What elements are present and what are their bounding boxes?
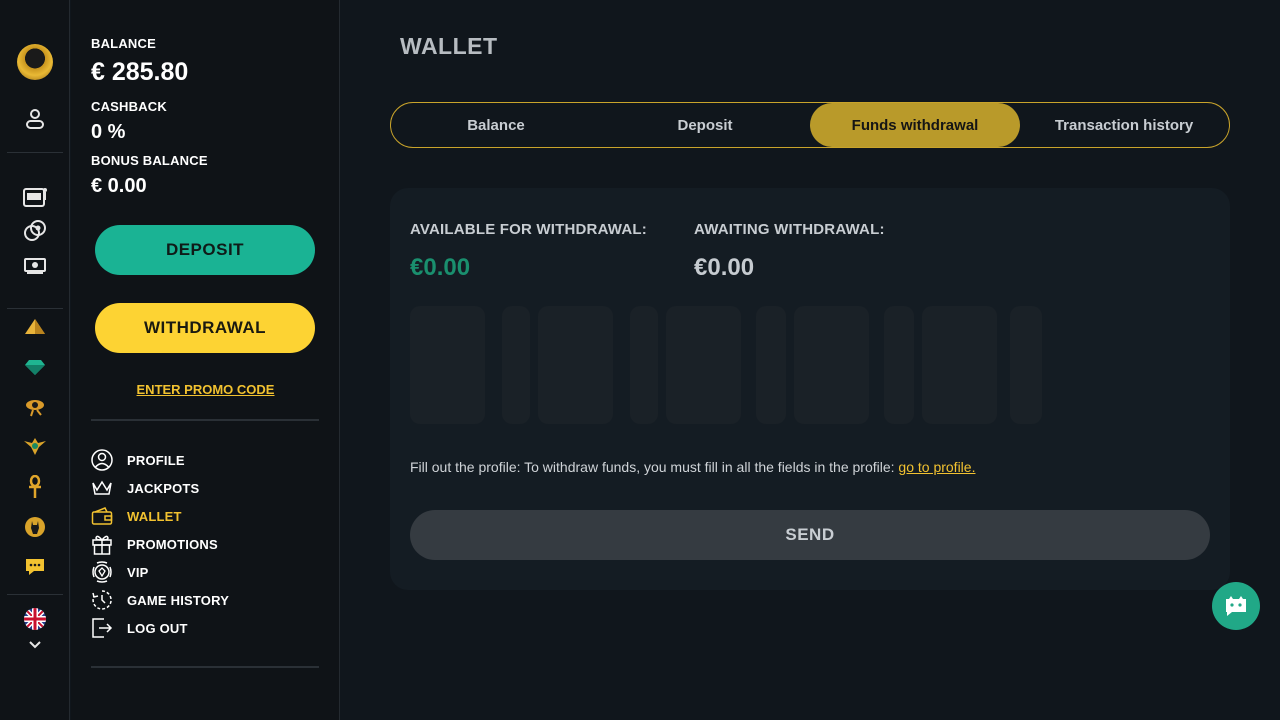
vip-icon	[91, 561, 113, 583]
rail-divider	[7, 152, 63, 153]
menu-label: PROMOTIONS	[127, 536, 218, 552]
bonus-balance-label: BONUS BALANCE	[91, 153, 208, 168]
menu-item-jackpots[interactable]: JACKPOTS	[91, 477, 199, 499]
payment-method-placeholder	[794, 306, 869, 424]
cashback-label: CASHBACK	[91, 99, 167, 114]
menu-item-vip[interactable]: VIP	[91, 561, 149, 583]
payment-method-placeholder	[884, 306, 914, 424]
awaiting-label: AWAITING WITHDRAWAL:	[694, 221, 885, 238]
chevron-down-icon[interactable]	[20, 630, 50, 660]
menu-label: GAME HISTORY	[127, 592, 230, 608]
menu-item-profile[interactable]: PROFILE	[91, 449, 185, 471]
payment-method-placeholder	[410, 306, 485, 424]
payment-method-placeholder	[630, 306, 658, 424]
history-icon	[91, 589, 113, 611]
awaiting-value: €0.00	[694, 254, 755, 281]
withdrawal-button[interactable]: WITHDRAWAL	[95, 303, 315, 353]
emerald-icon[interactable]	[20, 352, 50, 382]
cat-emblem-icon[interactable]	[20, 512, 50, 542]
chat-icon	[1226, 596, 1246, 616]
payment-method-placeholder	[666, 306, 741, 424]
menu-item-wallet[interactable]: WALLET	[91, 505, 182, 527]
tab-balance[interactable]: Balance	[391, 103, 601, 147]
go-to-profile-link[interactable]: go to profile.	[898, 459, 975, 475]
user-icon[interactable]	[20, 104, 50, 134]
tab-transaction-history[interactable]: Transaction history	[1019, 103, 1229, 147]
crown-icon	[91, 477, 113, 499]
balance-label: BALANCE	[91, 36, 156, 51]
menu-label: PROFILE	[127, 452, 185, 468]
rail-divider	[7, 594, 63, 595]
chips-icon[interactable]	[20, 216, 50, 246]
eye-of-horus-icon[interactable]	[20, 392, 50, 422]
live-chat-button[interactable]	[1212, 582, 1260, 630]
profile-icon	[91, 449, 113, 471]
rail-divider	[7, 308, 63, 309]
menu-item-logout[interactable]: LOG OUT	[91, 617, 188, 639]
payment-method-placeholder	[502, 306, 530, 424]
available-label: AVAILABLE FOR WITHDRAWAL:	[410, 221, 647, 238]
menu-label: JACKPOTS	[127, 480, 200, 496]
slots-icon[interactable]	[20, 181, 50, 211]
site-logo[interactable]	[17, 44, 53, 80]
gold-pyramid-icon[interactable]	[20, 312, 50, 342]
logout-icon	[91, 617, 113, 639]
wallet-tabs: Balance Deposit Funds withdrawal Transac…	[390, 102, 1230, 148]
panel-divider	[91, 419, 319, 421]
account-panel: BALANCE € 285.80 CASHBACK 0 % BONUS BALA…	[71, 0, 340, 720]
available-value: €0.00	[410, 254, 471, 281]
balance-value: € 285.80	[91, 58, 189, 86]
page-title: WALLET	[400, 33, 498, 59]
tab-funds-withdrawal[interactable]: Funds withdrawal	[810, 103, 1020, 147]
send-button[interactable]: SEND	[410, 510, 1210, 560]
payment-method-placeholder	[756, 306, 786, 424]
ankh-icon[interactable]	[20, 472, 50, 502]
menu-label: LOG OUT	[127, 620, 188, 636]
profile-notice: Fill out the profile: To withdraw funds,…	[410, 459, 975, 475]
icon-rail	[0, 0, 70, 720]
promo-code-link[interactable]: ENTER PROMO CODE	[71, 382, 340, 397]
panel-divider	[91, 666, 319, 668]
bonus-balance-value: € 0.00	[91, 175, 147, 197]
payment-method-placeholder	[1010, 306, 1042, 424]
payment-method-placeholder	[922, 306, 997, 424]
menu-item-game-history[interactable]: GAME HISTORY	[91, 589, 229, 611]
wallet-icon	[91, 505, 113, 527]
chat-bubble-icon[interactable]	[20, 552, 50, 582]
deposit-button[interactable]: DEPOSIT	[95, 225, 315, 275]
menu-label: WALLET	[127, 508, 182, 524]
tab-deposit[interactable]: Deposit	[600, 103, 810, 147]
menu-label: VIP	[127, 564, 149, 580]
withdrawal-card: AVAILABLE FOR WITHDRAWAL: €0.00 AWAITING…	[390, 188, 1230, 590]
payment-method-placeholder	[538, 306, 613, 424]
cash-icon[interactable]	[20, 250, 50, 280]
profile-notice-text: Fill out the profile: To withdraw funds,…	[410, 459, 899, 475]
menu-item-promotions[interactable]: PROMOTIONS	[91, 533, 218, 555]
gift-icon	[91, 533, 113, 555]
cashback-value: 0 %	[91, 121, 126, 143]
scarab-icon[interactable]	[20, 431, 50, 461]
